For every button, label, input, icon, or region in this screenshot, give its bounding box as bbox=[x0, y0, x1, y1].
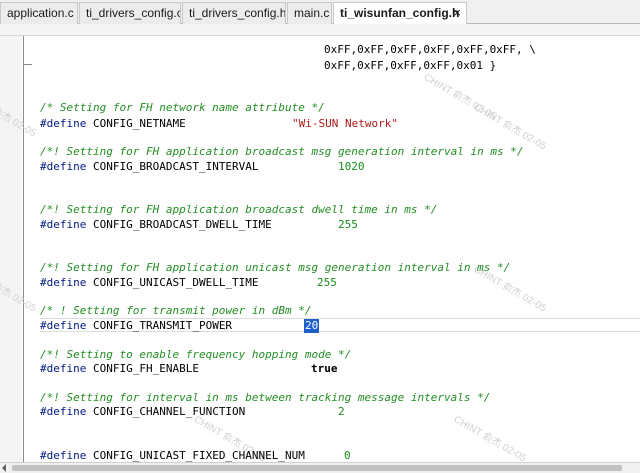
number-value: 2 bbox=[338, 405, 345, 418]
code-comment: /*! Setting for FH application broadcast… bbox=[40, 145, 524, 158]
tab-label: ti_wisunfan_config.h bbox=[340, 6, 460, 20]
code-define-line: #define CONFIG_UNICAST_FIXED_CHANNEL_NUM… bbox=[40, 449, 351, 462]
scrollbar-thumb[interactable] bbox=[12, 465, 622, 471]
code-define-line: #define CONFIG_NETNAME "Wi-SUN Network" bbox=[40, 117, 398, 130]
editor-gutter bbox=[0, 36, 22, 462]
keyword-value: true bbox=[311, 362, 338, 375]
code-comment: /*! Setting for interval in ms between t… bbox=[40, 391, 491, 404]
fold-marker-icon[interactable] bbox=[23, 64, 32, 65]
tab-ti-drivers-config-c[interactable]: ti_drivers_config.c bbox=[79, 2, 181, 24]
tab-ti-wisunfan-config-h[interactable]: ti_wisunfan_config.h × bbox=[333, 2, 467, 25]
tab-label: ti_drivers_config.h bbox=[189, 6, 286, 20]
code-define-line: #define CONFIG_BROADCAST_INTERVAL 1020 bbox=[40, 160, 365, 173]
code-comment: /*! Setting to enable frequency hopping … bbox=[40, 348, 352, 361]
editor-ruler bbox=[0, 24, 640, 36]
code-editor[interactable]: 0xFF,0xFF,0xFF,0xFF,0xFF,0xFF, \ 0xFF,0x… bbox=[40, 36, 640, 462]
code-define-line: #define CONFIG_FH_ENABLE true bbox=[40, 362, 338, 375]
code-define-line: #define CONFIG_BROADCAST_DWELL_TIME 255 bbox=[40, 218, 358, 231]
number-value: 0 bbox=[344, 449, 351, 462]
fold-line bbox=[23, 36, 24, 462]
tab-main-c[interactable]: main.c bbox=[287, 2, 332, 24]
string-value: "Wi-SUN Network" bbox=[292, 117, 398, 130]
tab-label: ti_drivers_config.c bbox=[86, 6, 181, 20]
code-line: 0xFF,0xFF,0xFF,0xFF,0x01 } bbox=[324, 59, 497, 72]
tab-label: application.c bbox=[7, 6, 74, 20]
code-comment: /* Setting for FH network name attribute… bbox=[40, 101, 325, 114]
tab-ti-drivers-config-h[interactable]: ti_drivers_config.h bbox=[182, 2, 286, 24]
close-tab-icon[interactable]: × bbox=[453, 3, 461, 23]
code-comment: /*! Setting for FH application broadcast… bbox=[40, 203, 438, 216]
code-define-line: #define CONFIG_UNICAST_DWELL_TIME 255 bbox=[40, 276, 337, 289]
code-comment: /*! Setting for FH application unicast m… bbox=[40, 261, 511, 274]
tab-application-c[interactable]: application.c bbox=[0, 2, 78, 24]
code-line: 0xFF,0xFF,0xFF,0xFF,0xFF,0xFF, \ bbox=[324, 43, 536, 56]
scroll-left-arrow-icon[interactable] bbox=[2, 464, 6, 472]
code-define-line: #define CONFIG_CHANNEL_FUNCTION 2 bbox=[40, 405, 345, 418]
number-value: 255 bbox=[338, 218, 358, 231]
number-value: 1020 bbox=[338, 160, 365, 173]
selected-value[interactable]: 20 bbox=[304, 319, 320, 333]
number-value: 255 bbox=[317, 276, 337, 289]
tab-label: main.c bbox=[294, 6, 330, 20]
editor-tab-bar: application.c ti_drivers_config.c ti_dri… bbox=[0, 0, 640, 25]
code-comment: /* ! Setting for transmit power in dBm *… bbox=[40, 304, 312, 317]
horizontal-scrollbar[interactable] bbox=[0, 462, 640, 473]
code-define-line: #define CONFIG_TRANSMIT_POWER 20 bbox=[40, 319, 320, 333]
